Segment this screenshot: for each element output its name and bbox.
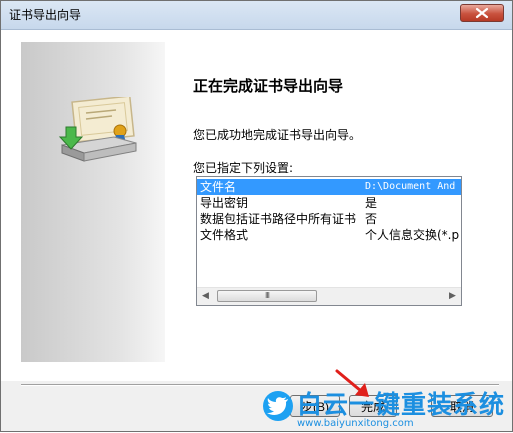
scroll-left-arrow-icon[interactable]: ◀: [197, 288, 214, 305]
settings-row-export-key[interactable]: 导出密钥 是: [197, 195, 461, 211]
settings-row-include-chain[interactable]: 数据包括证书路径中所有证书 否: [197, 211, 461, 227]
setting-value: D:\Document And: [365, 181, 456, 192]
wizard-content: 正在完成证书导出向导 您已成功地完成证书导出向导。 您已指定下列设置: 文件名 …: [1, 30, 512, 381]
settings-row-file-name[interactable]: 文件名 D:\Document And: [197, 179, 461, 195]
window-title: 证书导出向导: [9, 8, 82, 22]
setting-value: 否: [365, 212, 378, 226]
watermark-url: www.baiyunxitong.com: [297, 418, 414, 429]
wizard-side-panel: [21, 42, 165, 362]
bird-icon: [267, 397, 288, 415]
setting-key: 数据包括证书路径中所有证书: [200, 212, 357, 226]
watermark-logo: [263, 391, 293, 421]
close-button[interactable]: [460, 4, 504, 22]
certificate-export-icon: [58, 97, 137, 162]
setting-key: 文件名: [200, 180, 237, 194]
setting-value: 个人信息交换(*.p: [365, 228, 460, 242]
setting-key: 导出密钥: [200, 196, 249, 210]
settings-list[interactable]: 文件名 D:\Document And 导出密钥 是 数据包括证书路径中所有证书…: [196, 176, 462, 306]
certificate-export-wizard-window: 证书导出向导 正在完成证书导出向导 您已成功地完成证书导出向导。 您已指定下列设…: [0, 0, 513, 432]
watermark-text: 白云一键重装系统: [297, 390, 506, 419]
scrollbar-thumb[interactable]: III: [217, 290, 317, 302]
page-title: 正在完成证书导出向导: [193, 77, 344, 95]
settings-label: 您已指定下列设置:: [193, 161, 294, 175]
setting-key: 文件格式: [200, 228, 249, 242]
horizontal-scrollbar[interactable]: ◀ III ▶: [197, 287, 461, 305]
success-message: 您已成功地完成证书导出向导。: [193, 128, 362, 142]
close-icon: [475, 7, 489, 19]
scroll-right-arrow-icon[interactable]: ▶: [444, 288, 461, 305]
settings-row-file-format[interactable]: 文件格式 个人信息交换(*.p: [197, 227, 461, 243]
title-bar: 证书导出向导: [1, 1, 512, 30]
setting-value: 是: [365, 196, 378, 210]
watermark: 白云一键重装系统 www.baiyunxitong.com: [263, 385, 513, 433]
